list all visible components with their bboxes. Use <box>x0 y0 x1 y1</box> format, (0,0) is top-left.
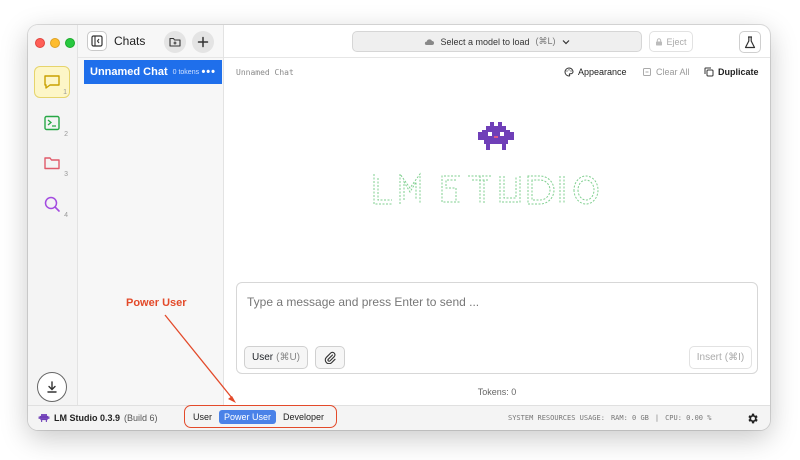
flask-icon <box>744 35 756 48</box>
message-composer[interactable]: Type a message and press Enter to send .… <box>236 282 758 374</box>
close-window-button[interactable] <box>35 38 45 48</box>
folder-icon <box>44 157 60 170</box>
window-controls <box>35 38 75 48</box>
app-window: 1 2 3 4 Chats Unnamed Chat 0 tokens ••• … <box>28 25 770 430</box>
search-icon <box>44 196 60 212</box>
insert-shortcut: (⌘I) <box>724 352 745 363</box>
chat-token-count: 0 tokens <box>172 68 200 76</box>
status-bar: LM Studio 0.3.9 (Build 6) User Power Use… <box>28 405 770 430</box>
chevron-down-icon <box>562 39 569 44</box>
eject-label: Eject <box>666 36 687 47</box>
folder-plus-icon <box>169 37 181 47</box>
appearance-label: Appearance <box>578 67 627 77</box>
lock-icon <box>656 37 663 45</box>
lm-studio-mascot-icon <box>478 122 514 150</box>
message-input-placeholder: Type a message and press Enter to send .… <box>247 295 480 309</box>
chat-menu-button[interactable]: ••• <box>201 66 216 78</box>
token-count: Tokens: 0 <box>477 387 517 397</box>
palette-icon <box>564 67 574 77</box>
chat-bubble-icon <box>44 75 60 89</box>
download-icon <box>47 381 57 393</box>
main-panel: Select a model to load (⌘L) Eject Unname… <box>224 25 770 405</box>
gear-icon[interactable] <box>746 412 759 425</box>
current-chat-title: Unnamed Chat <box>236 67 294 77</box>
rail-item-discover[interactable]: 4 <box>34 188 70 220</box>
system-resources-label: SYSTEM RESOURCES USAGE: <box>508 414 605 422</box>
app-build: (Build 6) <box>124 413 158 423</box>
role-toggle-button[interactable]: User (⌘U) <box>244 346 308 369</box>
sidebar-collapse-icon <box>91 35 103 47</box>
downloads-button[interactable] <box>37 372 67 402</box>
new-folder-button[interactable] <box>164 31 186 53</box>
clear-icon <box>643 68 651 76</box>
rail-item-number: 3 <box>64 171 68 178</box>
duplicate-icon <box>704 67 714 77</box>
chat-name: Unnamed Chat <box>90 66 168 78</box>
cloud-icon <box>425 38 435 45</box>
top-bar: Select a model to load (⌘L) Eject <box>224 25 770 58</box>
role-label: User <box>251 352 274 363</box>
terminal-icon <box>44 115 60 131</box>
rail-item-number: 4 <box>64 212 68 219</box>
rail-item-number: 1 <box>63 89 67 96</box>
attach-file-button[interactable] <box>315 346 345 369</box>
duplicate-button[interactable]: Duplicate <box>704 67 759 77</box>
insert-label: Insert <box>696 352 722 363</box>
chats-header: Chats <box>78 25 223 58</box>
chats-title: Chats <box>114 34 146 48</box>
rail-item-number: 2 <box>64 131 68 138</box>
clear-all-button[interactable]: Clear All <box>642 67 690 77</box>
clear-all-label: Clear All <box>656 67 690 77</box>
annotation-highlight-box <box>184 405 337 428</box>
lm-studio-logo-icon <box>38 414 50 422</box>
app-version: LM Studio 0.3.9 <box>54 413 121 423</box>
zoom-window-button[interactable] <box>65 38 75 48</box>
left-rail: 1 2 3 4 <box>28 25 78 405</box>
chats-panel: Chats Unnamed Chat 0 tokens ••• <box>78 25 224 405</box>
cpu-usage: CPU: 0.00 % <box>665 414 712 422</box>
appearance-button[interactable]: Appearance <box>564 67 627 77</box>
model-select-shortcut: (⌘L) <box>535 36 556 46</box>
system-resources: SYSTEM RESOURCES USAGE: RAM: 0 GB | CPU:… <box>508 414 711 422</box>
duplicate-label: Duplicate <box>718 67 759 77</box>
new-chat-button[interactable] <box>192 31 214 53</box>
insert-button[interactable]: Insert (⌘I) <box>689 346 752 369</box>
lab-button[interactable] <box>739 31 761 53</box>
app-brand: LM Studio 0.3.9 (Build 6) <box>38 413 158 423</box>
resources-separator: | <box>654 414 660 422</box>
minimize-window-button[interactable] <box>50 38 60 48</box>
chat-toolbar: Unnamed Chat Appearance Clear All Duplic… <box>224 59 770 85</box>
chat-list-item[interactable]: Unnamed Chat 0 tokens ••• <box>84 60 222 84</box>
annotation-label: Power User <box>126 297 187 309</box>
eject-button[interactable]: Eject <box>649 31 693 52</box>
ram-usage: RAM: 0 GB <box>610 414 649 422</box>
plus-icon <box>197 36 209 48</box>
role-shortcut: (⌘U) <box>276 352 300 363</box>
toggle-sidebar-button[interactable] <box>87 31 107 51</box>
model-select-label: Select a model to load <box>440 36 530 47</box>
ascii-logo-icon <box>373 172 599 205</box>
rail-item-chat[interactable]: 1 <box>34 66 70 98</box>
rail-item-developer[interactable]: 2 <box>34 107 70 139</box>
paperclip-icon <box>324 351 336 364</box>
rail-item-my-models[interactable]: 3 <box>34 147 70 179</box>
model-select-button[interactable]: Select a model to load (⌘L) <box>352 31 642 52</box>
